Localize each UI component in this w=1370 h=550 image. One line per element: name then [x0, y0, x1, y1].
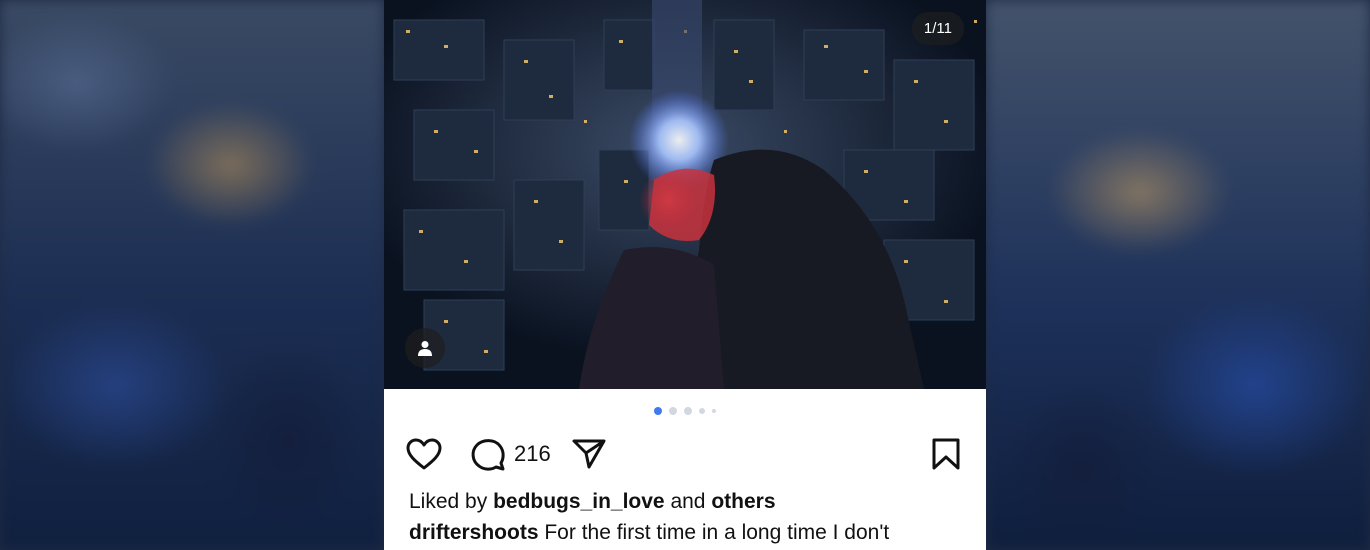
- caption-username[interactable]: driftershoots: [409, 521, 539, 544]
- carousel-indicator: [384, 407, 986, 415]
- instagram-post-card: 1/11 216 Liked by bedbugs_in_love and ot…: [384, 0, 986, 550]
- post-caption: driftershoots For the first time in a lo…: [409, 521, 969, 545]
- comment-count: 216: [514, 441, 551, 466]
- carousel-dot: [684, 407, 692, 415]
- like-button[interactable]: [404, 434, 444, 474]
- carousel-dot: [699, 408, 705, 414]
- post-actions-bar: 216: [404, 434, 962, 474]
- share-button[interactable]: [569, 434, 609, 474]
- post-photo[interactable]: 1/11: [384, 0, 986, 389]
- bookmark-icon: [932, 438, 960, 470]
- tagged-people-button[interactable]: [405, 328, 445, 368]
- likes-summary: Liked by bedbugs_in_love and others: [409, 490, 776, 514]
- carousel-dot-active: [654, 407, 662, 415]
- save-button[interactable]: [930, 434, 962, 474]
- image-counter: 1/11: [911, 12, 964, 45]
- person-icon: [418, 341, 432, 356]
- likes-prefix: Liked by: [409, 490, 488, 513]
- carousel-dot: [669, 407, 677, 415]
- blurred-background-left: [0, 0, 384, 550]
- liked-by-username[interactable]: bedbugs_in_love: [493, 490, 665, 513]
- speech-bubble-icon: [471, 439, 505, 471]
- comment-button[interactable]: [468, 434, 508, 474]
- carousel-dot: [712, 409, 716, 413]
- liked-by-others-link[interactable]: others: [711, 490, 775, 513]
- paper-plane-icon: [572, 439, 606, 469]
- heart-icon: [406, 438, 442, 470]
- likes-conjunction: and: [670, 490, 706, 513]
- caption-text: For the first time in a long time I don'…: [544, 521, 890, 544]
- blurred-background-right: [986, 0, 1370, 550]
